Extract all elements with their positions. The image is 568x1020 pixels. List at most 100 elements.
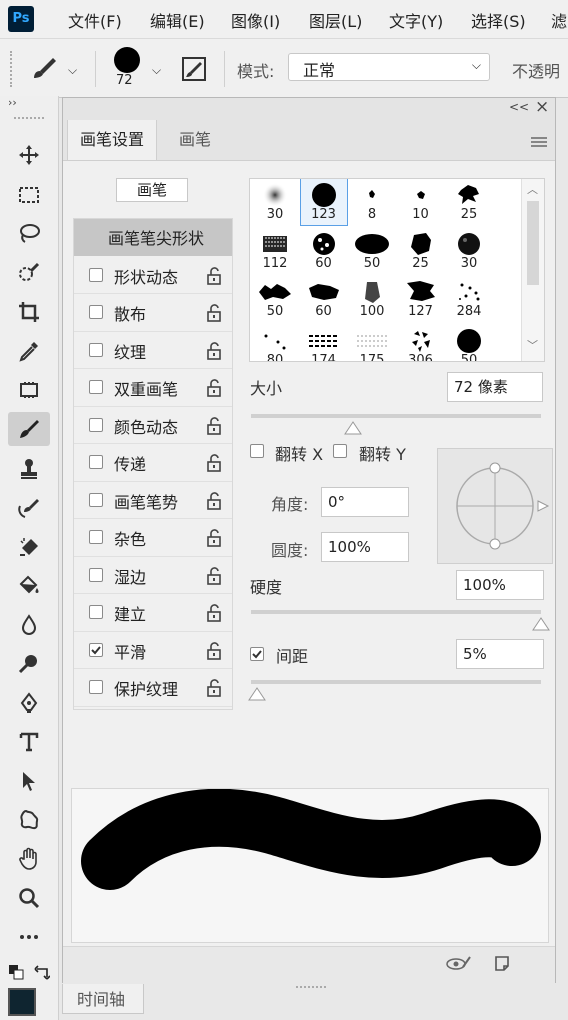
brush-preset[interactable]: 50 bbox=[349, 228, 395, 274]
option-checkbox[interactable] bbox=[89, 305, 103, 319]
menu-layer[interactable]: 图层(L) bbox=[309, 8, 362, 32]
create-new-brush-icon[interactable] bbox=[493, 954, 513, 974]
brush-option-row[interactable]: 湿边 bbox=[74, 557, 232, 594]
healing-brush-tool-icon[interactable] bbox=[8, 373, 50, 407]
lock-icon[interactable] bbox=[206, 304, 222, 322]
tab-brushes[interactable]: 画笔 bbox=[167, 120, 223, 160]
brush-preset[interactable]: 174 bbox=[301, 325, 347, 361]
menu-type[interactable]: 文字(Y) bbox=[389, 8, 443, 32]
lock-icon[interactable] bbox=[206, 379, 222, 397]
brush-preset[interactable]: 80 bbox=[252, 325, 298, 361]
foreground-color-swatch[interactable] bbox=[8, 988, 36, 1016]
custom-shape-tool-icon[interactable] bbox=[8, 803, 50, 837]
flip-y-checkbox[interactable] bbox=[333, 444, 347, 458]
lock-icon[interactable] bbox=[206, 604, 222, 622]
lock-icon[interactable] bbox=[206, 679, 222, 697]
chevron-down-icon[interactable]: ⌵ bbox=[152, 63, 161, 78]
swap-colors-icon[interactable] bbox=[34, 964, 51, 980]
brush-preset[interactable]: 25 bbox=[446, 179, 492, 225]
close-icon[interactable]: × bbox=[535, 97, 549, 117]
default-colors-icon[interactable] bbox=[8, 964, 24, 980]
brush-preset[interactable]: 30 bbox=[446, 228, 492, 274]
brush-preset[interactable]: 60 bbox=[301, 228, 347, 274]
lock-icon[interactable] bbox=[206, 416, 222, 435]
brush-preset[interactable]: 60 bbox=[301, 276, 347, 322]
angle-input[interactable]: 0° bbox=[321, 487, 409, 517]
spacing-checkbox[interactable] bbox=[250, 647, 264, 661]
option-checkbox[interactable] bbox=[89, 492, 103, 507]
menu-image[interactable]: 图像(I) bbox=[231, 8, 280, 32]
brush-tip-shape-item[interactable]: 画笔笔尖形状 bbox=[74, 219, 232, 256]
brush-option-row[interactable]: 纹理 bbox=[74, 332, 232, 369]
paint-bucket-tool-icon[interactable] bbox=[8, 569, 50, 603]
brush-preset[interactable]: 25 bbox=[398, 228, 444, 274]
lasso-tool-icon[interactable] bbox=[8, 217, 50, 251]
brush-option-row[interactable]: 传递 bbox=[74, 444, 232, 482]
chevron-down-icon[interactable]: ⌵ bbox=[68, 63, 77, 78]
brush-preset[interactable]: 50 bbox=[446, 325, 492, 361]
brush-preset[interactable]: 123 bbox=[299, 179, 348, 226]
quick-selection-tool-icon[interactable] bbox=[8, 256, 50, 290]
pen-tool-icon[interactable] bbox=[8, 686, 50, 720]
brush-preset[interactable]: 50 bbox=[252, 276, 298, 322]
spacing-slider-thumb[interactable] bbox=[247, 686, 266, 701]
option-checkbox[interactable] bbox=[89, 455, 103, 469]
eyedropper-tool-icon[interactable] bbox=[8, 334, 50, 368]
brush-preset[interactable]: 8 bbox=[349, 179, 395, 225]
option-checkbox[interactable] bbox=[89, 567, 103, 582]
size-slider-thumb[interactable] bbox=[343, 420, 362, 435]
roundness-input[interactable]: 100% bbox=[321, 532, 409, 562]
history-brush-tool-icon[interactable] bbox=[8, 491, 50, 525]
panel-dock-grip[interactable] bbox=[296, 986, 326, 994]
menu-file[interactable]: 文件(F) bbox=[68, 8, 122, 32]
size-input[interactable]: 72 像素 bbox=[447, 372, 543, 402]
brush-option-row[interactable]: 颜色动态 bbox=[74, 407, 232, 444]
brush-preset[interactable]: 127 bbox=[398, 276, 444, 322]
marquee-tool-icon[interactable] bbox=[8, 178, 50, 212]
timeline-panel-tab[interactable]: 时间轴 bbox=[62, 984, 144, 1014]
more-tools-icon[interactable] bbox=[8, 920, 50, 954]
option-checkbox[interactable] bbox=[89, 680, 103, 694]
hand-tool-icon[interactable] bbox=[8, 842, 50, 876]
lock-icon[interactable] bbox=[206, 566, 222, 585]
path-selection-tool-icon[interactable] bbox=[8, 764, 50, 798]
eraser-tool-icon[interactable] bbox=[8, 530, 50, 564]
blur-tool-icon[interactable] bbox=[8, 608, 50, 642]
dodge-tool-icon[interactable] bbox=[8, 647, 50, 681]
options-grip[interactable] bbox=[10, 51, 16, 87]
type-tool-icon[interactable] bbox=[8, 725, 50, 759]
brushes-button[interactable]: 画笔 bbox=[116, 178, 188, 202]
lock-icon[interactable] bbox=[206, 454, 222, 472]
hardness-slider-thumb[interactable] bbox=[532, 616, 550, 631]
brush-preset[interactable]: 100 bbox=[349, 276, 395, 322]
brush-preset[interactable]: 10 bbox=[398, 179, 444, 225]
mode-select[interactable]: 正常 ⌵ bbox=[288, 53, 490, 81]
brush-option-row[interactable]: 平滑 bbox=[74, 632, 232, 669]
option-checkbox[interactable] bbox=[89, 380, 103, 394]
preset-scrollbar[interactable]: ︿ ﹀ bbox=[521, 179, 544, 361]
brush-settings-toggle-icon[interactable] bbox=[180, 55, 208, 83]
brush-option-row[interactable]: 杂色 bbox=[74, 519, 232, 557]
lock-icon[interactable] bbox=[206, 341, 222, 360]
menu-filter[interactable]: 滤 bbox=[551, 8, 567, 32]
brush-option-row[interactable]: 画笔笔势 bbox=[74, 482, 232, 519]
spacing-slider-track[interactable] bbox=[251, 680, 541, 684]
brush-option-row[interactable]: 双重画笔 bbox=[74, 369, 232, 407]
brush-option-row[interactable]: 保护纹理 bbox=[74, 669, 232, 707]
toolbox-grip[interactable] bbox=[14, 117, 44, 123]
hardness-slider-track[interactable] bbox=[251, 610, 541, 614]
crop-tool-icon[interactable] bbox=[8, 295, 50, 329]
option-checkbox[interactable] bbox=[89, 417, 103, 432]
lock-icon[interactable] bbox=[206, 266, 222, 285]
clone-stamp-tool-icon[interactable] bbox=[8, 452, 50, 486]
flip-x-checkbox[interactable] bbox=[250, 444, 264, 458]
tab-brush-settings[interactable]: 画笔设置 bbox=[67, 120, 158, 160]
option-checkbox[interactable] bbox=[89, 267, 103, 282]
brush-preset[interactable]: 306 bbox=[398, 325, 444, 361]
toggle-live-tip-preview-icon[interactable] bbox=[445, 953, 473, 975]
hardness-input[interactable]: 100% bbox=[456, 570, 544, 600]
spacing-input[interactable]: 5% bbox=[456, 639, 544, 669]
brush-option-row[interactable]: 形状动态 bbox=[74, 257, 232, 294]
brush-picker-dot[interactable] bbox=[114, 47, 140, 73]
brush-option-row[interactable]: 散布 bbox=[74, 294, 232, 332]
